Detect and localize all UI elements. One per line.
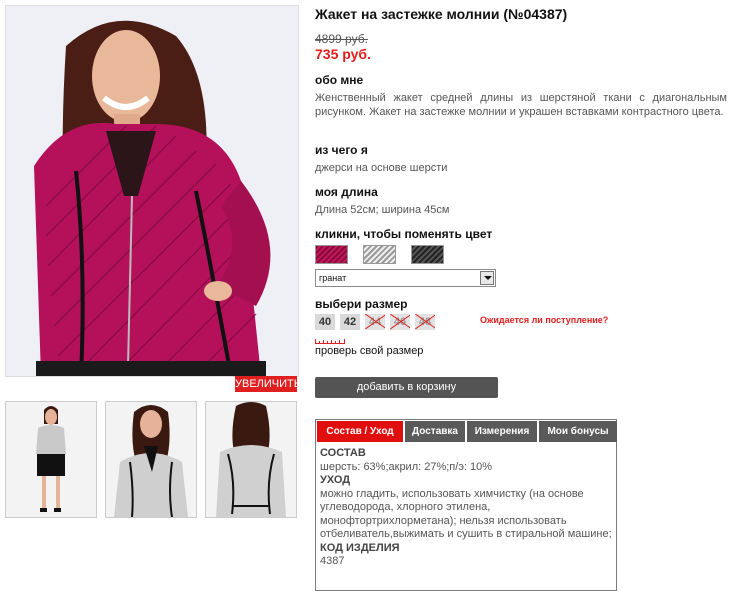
color-swatch-black[interactable] xyxy=(411,245,444,264)
material-heading: из чего я xyxy=(315,143,368,157)
old-price: 4899 руб. xyxy=(315,32,368,46)
composition-text: шерсть: 63%;акрил: 27%;п/э: 10% xyxy=(320,460,493,473)
thumbnail-back[interactable] xyxy=(205,401,297,518)
about-heading: обо мне xyxy=(315,73,364,87)
sale-price: 735 руб. xyxy=(315,46,371,62)
size-option-42[interactable]: 42 xyxy=(340,314,360,330)
material-text: джерси на основе шерсти xyxy=(315,162,448,174)
tab-content: СОСТАВ шерсть: 63%;акрил: 27%;п/э: 10% У… xyxy=(320,447,612,569)
ruler-icon[interactable] xyxy=(315,339,345,344)
color-select-value: гранат xyxy=(319,273,347,283)
add-to-cart-button[interactable]: добавить в корзину xyxy=(315,377,498,398)
product-code-heading: КОД ИЗДЕЛИЯ xyxy=(320,541,400,554)
awaiting-stock-link[interactable]: Ожидается ли поступление? xyxy=(480,315,608,325)
tab-measurements[interactable]: Измерения xyxy=(467,421,537,442)
color-select[interactable]: гранат xyxy=(315,269,496,287)
size-option-40[interactable]: 40 xyxy=(315,314,335,330)
tab-delivery[interactable]: Доставка xyxy=(405,421,465,442)
care-heading: УХОД xyxy=(320,474,351,486)
care-text: можно гладить, использовать химчистку (н… xyxy=(320,487,612,541)
size-option-44-unavailable: 44 xyxy=(365,314,385,330)
about-text: Женственный жакет средней длины из шерст… xyxy=(315,92,727,118)
main-product-photo[interactable] xyxy=(5,5,299,377)
composition-heading: СОСТАВ xyxy=(320,447,366,459)
chevron-down-icon[interactable] xyxy=(480,271,494,285)
enlarge-button[interactable]: УВЕЛИЧИТЬ xyxy=(235,376,301,392)
color-swatch-garnet[interactable] xyxy=(315,245,348,264)
product-title: Жакет на застежке молнии (№04387) xyxy=(315,6,568,22)
size-heading: выбери размер xyxy=(315,297,408,311)
size-option-46-unavailable: 46 xyxy=(390,314,410,330)
size-option-48-unavailable: 48 xyxy=(415,314,435,330)
thumbnail-front-full[interactable] xyxy=(5,401,97,518)
length-heading: моя длина xyxy=(315,185,378,199)
length-text: Длина 52см; ширина 45см xyxy=(315,204,450,216)
details-tabs-panel: Состав / Уход Доставка Измерения Мои бон… xyxy=(315,419,617,591)
tab-my-bonuses[interactable]: Мои бонусы xyxy=(539,421,617,442)
color-swatch-grey[interactable] xyxy=(363,245,396,264)
tab-composition-care[interactable]: Состав / Уход xyxy=(317,421,403,442)
product-code-value: 4387 xyxy=(320,555,345,567)
color-heading: кликни, чтобы поменять цвет xyxy=(315,227,493,241)
thumbnail-front-closeup[interactable] xyxy=(105,401,197,518)
check-size-link[interactable]: проверь свой размер xyxy=(315,345,423,357)
